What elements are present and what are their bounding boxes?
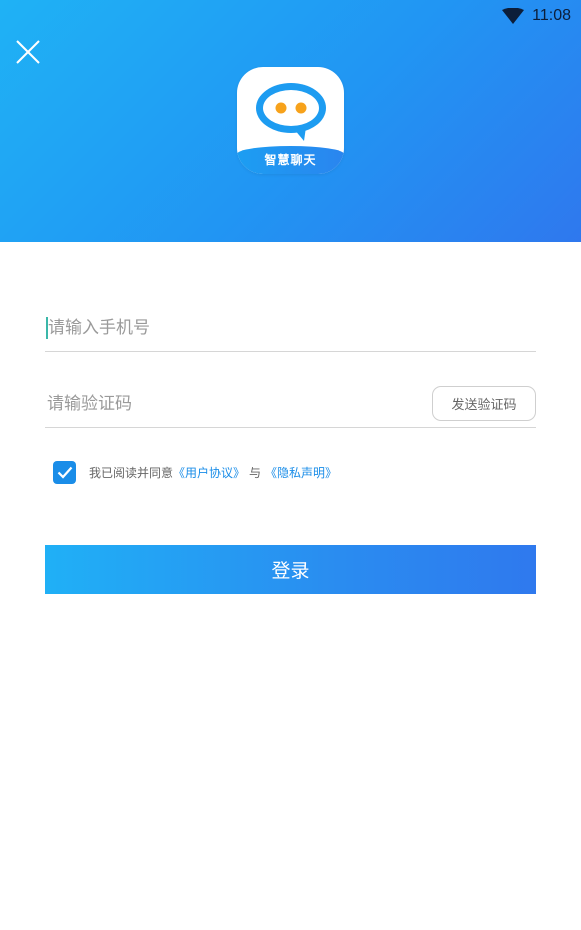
wifi-icon [502, 8, 525, 24]
app-name-label: 智慧聊天 [237, 146, 344, 174]
login-button[interactable]: 登录 [45, 545, 536, 594]
phone-field[interactable] [45, 305, 536, 352]
phone-input[interactable] [48, 313, 536, 343]
status-time: 11:08 [532, 7, 571, 24]
user-agreement-link[interactable]: 《用户协议》 [173, 466, 245, 480]
checkmark-icon [57, 466, 72, 479]
privacy-policy-link[interactable]: 《隐私声明》 [265, 466, 337, 480]
verification-code-field[interactable]: 发送验证码 [45, 381, 536, 428]
agreement-row: 我已阅读并同意《用户协议》与《隐私声明》 [53, 460, 337, 484]
agreement-and: 与 [249, 465, 262, 480]
status-bar: 11:08 [0, 0, 581, 32]
header-banner: 11:08 智慧聊天 [0, 0, 581, 242]
close-icon[interactable] [14, 38, 42, 66]
agreement-text: 我已阅读并同意《用户协议》与《隐私声明》 [89, 464, 337, 481]
send-code-button[interactable]: 发送验证码 [432, 386, 536, 421]
chat-bubble-icon [256, 83, 326, 141]
agreement-prefix: 我已阅读并同意 [89, 465, 174, 480]
agreement-checkbox[interactable] [53, 460, 76, 484]
app-logo: 智慧聊天 [237, 67, 344, 174]
